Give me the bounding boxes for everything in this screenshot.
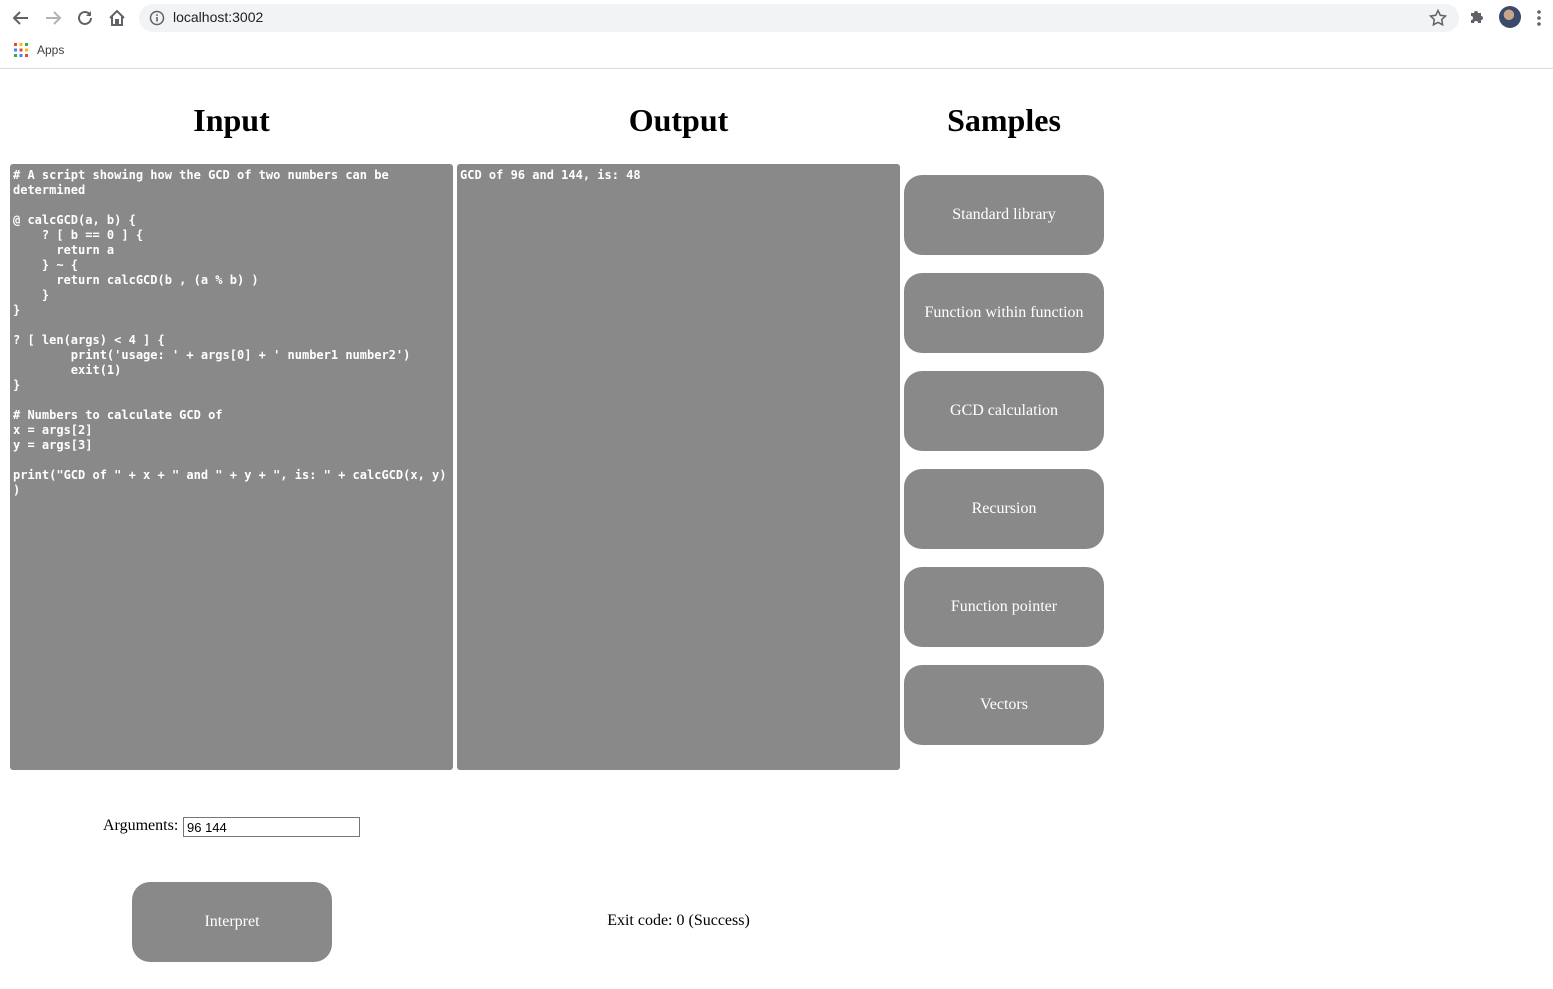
sample-button-function-within-function[interactable]: Function within function xyxy=(904,273,1104,353)
forward-arrow-icon[interactable] xyxy=(41,6,65,30)
output-heading: Output xyxy=(628,102,729,138)
sample-button-vectors[interactable]: Vectors xyxy=(904,665,1104,745)
sample-button-function-pointer[interactable]: Function pointer xyxy=(904,567,1104,647)
reload-icon[interactable] xyxy=(73,6,97,30)
kebab-menu-icon[interactable] xyxy=(1536,9,1542,32)
sample-button-standard-library[interactable]: Standard library xyxy=(904,175,1104,255)
extensions-puzzle-icon[interactable] xyxy=(1467,7,1487,32)
exit-code-status: Exit code: 0 (Success) xyxy=(607,912,750,929)
output-text: GCD of 96 and 144, is: 48 xyxy=(460,168,641,182)
output-panel: GCD of 96 and 144, is: 48 xyxy=(457,164,900,770)
browser-toolbar: localhost:3002 xyxy=(0,0,1553,36)
sample-button-gcd-calculation[interactable]: GCD calculation xyxy=(904,371,1104,451)
info-icon[interactable] xyxy=(149,10,165,31)
bookmark-star-icon[interactable] xyxy=(1428,8,1448,32)
address-bar[interactable]: localhost:3002 xyxy=(139,4,1459,32)
sample-button-recursion[interactable]: Recursion xyxy=(904,469,1104,549)
arguments-label: Arguments: xyxy=(103,817,179,834)
code-input-textarea[interactable]: # A script showing how the GCD of two nu… xyxy=(13,168,447,766)
apps-bookmark-label[interactable]: Apps xyxy=(37,43,64,57)
back-arrow-icon[interactable] xyxy=(9,6,33,30)
samples-heading: Samples xyxy=(947,102,1061,138)
url-text[interactable]: localhost:3002 xyxy=(173,9,263,25)
interpret-button[interactable]: Interpret xyxy=(132,882,332,962)
apps-grid-icon[interactable] xyxy=(13,42,29,63)
profile-avatar[interactable] xyxy=(1499,6,1521,28)
bookmarks-bar: Apps xyxy=(0,36,1553,69)
home-icon[interactable] xyxy=(105,6,129,30)
input-heading: Input xyxy=(193,102,270,138)
arguments-input[interactable] xyxy=(183,817,360,837)
input-editor-panel: # A script showing how the GCD of two nu… xyxy=(10,164,453,770)
